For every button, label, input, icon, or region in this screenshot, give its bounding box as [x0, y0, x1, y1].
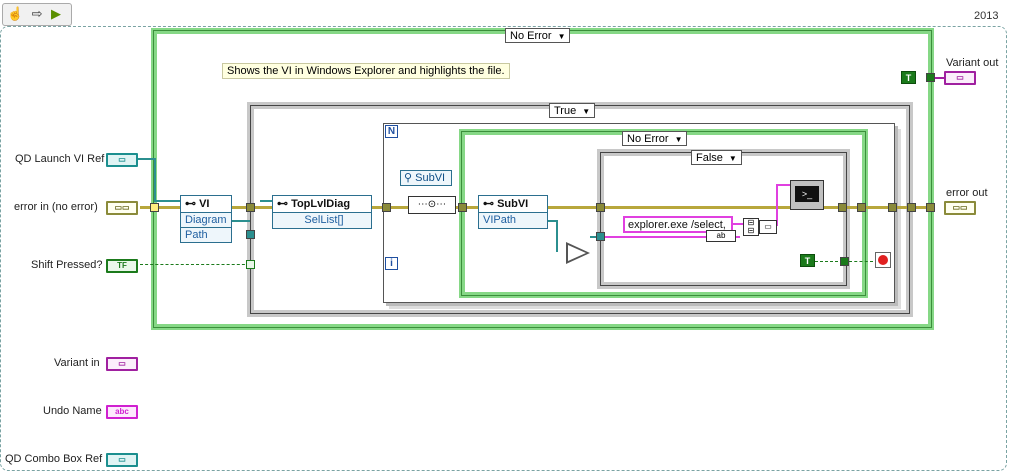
shift-pressed-terminal[interactable]: TF	[106, 259, 138, 273]
bool-tunnel	[840, 257, 849, 266]
error-in-terminal[interactable]: ▭▭	[106, 201, 138, 215]
subvi-property-row-vipath[interactable]: VIPath	[479, 213, 547, 227]
stop-dot	[878, 255, 888, 265]
undo-name-terminal[interactable]: abc	[106, 405, 138, 419]
variant-in-terminal[interactable]: ▭	[106, 357, 138, 371]
case-selector-label: False	[696, 152, 723, 164]
case-selector-true[interactable]: True ▼	[549, 103, 596, 118]
bool-wire[interactable]	[849, 261, 873, 262]
case-selector-false[interactable]: False ▼	[691, 150, 742, 165]
not-a-path-icon-inner	[568, 245, 586, 261]
error-out-terminal[interactable]: ▭▭	[944, 201, 976, 215]
build-command-icon[interactable]: ▭	[759, 220, 777, 234]
error-tunnel	[838, 203, 847, 212]
ref-wire[interactable]	[154, 158, 156, 200]
variant-out-label: Variant out	[946, 57, 999, 69]
qd-combo-box-ref-label: QD Combo Box Ref	[5, 453, 103, 465]
shift-pressed-label: Shift Pressed?	[31, 259, 103, 271]
vi-property-row-diagram[interactable]: Diagram	[181, 213, 231, 228]
chevron-down-icon: ▼	[674, 135, 683, 144]
subvi-class-constant[interactable]: ⚲ SubVI	[400, 170, 452, 186]
subvi-class-label: ⚲ SubVI	[404, 172, 446, 184]
version-label: 2013	[974, 10, 999, 22]
error-in-label: error in (no error)	[14, 201, 98, 213]
bool-wire[interactable]	[140, 264, 250, 265]
chevron-down-icon: ▼	[728, 154, 737, 163]
undo-name-label: Undo Name	[43, 405, 102, 417]
case-selector-label: True	[554, 105, 577, 117]
variant-out-terminal[interactable]: ▭	[944, 71, 976, 85]
error-tunnel	[907, 203, 916, 212]
ref-wire[interactable]	[232, 220, 250, 222]
toplvldiag-property-header: ⊷ TopLvlDiag	[273, 196, 371, 213]
string-wire[interactable]	[776, 184, 790, 186]
arrow-icon[interactable]: ⇨	[32, 4, 43, 23]
to-more-specific-class-icon[interactable]: ⋯⊙⋯	[408, 196, 456, 214]
subvi-property-node[interactable]: ⊷ SubVI VIPath	[478, 195, 548, 229]
qd-combo-box-ref-terminal[interactable]: ▭	[106, 453, 138, 467]
error-tunnel	[926, 203, 935, 212]
error-tunnel	[382, 203, 391, 212]
toplvldiag-property-row-sellist[interactable]: SelList[]	[273, 213, 371, 227]
error-tunnel	[458, 203, 467, 212]
variant-in-label: Variant in	[54, 357, 100, 369]
toplvldiag-property-node[interactable]: ⊷ TopLvlDiag SelList[]	[272, 195, 372, 229]
case-selector-no-error[interactable]: No Error ▼	[505, 28, 571, 43]
vi-property-title: VI	[199, 198, 210, 210]
error-tunnel	[246, 203, 255, 212]
toolbar: ☝ ⇨ ▶	[2, 3, 72, 26]
case-selector-label: No Error	[627, 133, 669, 145]
toplvldiag-property-title: TopLvlDiag	[291, 198, 351, 210]
bool-wire[interactable]	[815, 261, 843, 262]
path-to-string-icon[interactable]: ab	[706, 230, 736, 242]
vi-property-header: ⊷ VI	[181, 196, 231, 213]
qd-launch-vi-ref-terminal[interactable]: ▭	[106, 153, 138, 167]
run-icon[interactable]: ▶	[51, 4, 61, 23]
comment-label: Shows the VI in Windows Explorer and hig…	[222, 63, 510, 79]
subvi-property-header: ⊷ SubVI	[479, 196, 547, 213]
error-tunnel	[596, 203, 605, 212]
qd-launch-vi-ref-label: QD Launch VI Ref	[15, 153, 105, 165]
concatenate-strings-icon[interactable]: ⊟ ⊟	[743, 218, 759, 236]
chevron-down-icon: ▼	[582, 107, 591, 116]
true-constant[interactable]: T	[800, 254, 815, 267]
stop-icon[interactable]	[875, 252, 891, 268]
hand-icon[interactable]: ☝	[7, 4, 23, 23]
ref-wire[interactable]	[556, 220, 558, 252]
no-symbol-icon: N	[385, 125, 398, 138]
case-selector-label: No Error	[510, 30, 552, 42]
terminal-icon: >_	[795, 186, 819, 202]
ref-wire[interactable]	[154, 200, 180, 202]
ref-wire[interactable]	[138, 158, 154, 160]
error-tunnel	[150, 203, 159, 212]
error-tunnel	[888, 203, 897, 212]
subvi-class-text: SubVI	[415, 172, 446, 184]
loop-index-icon: i	[385, 257, 398, 270]
error-tunnel	[857, 203, 866, 212]
variant-tunnel	[926, 73, 935, 82]
system-exec-icon[interactable]: >_	[790, 180, 824, 210]
subvi-property-title: SubVI	[497, 198, 529, 210]
true-constant[interactable]: T	[901, 71, 916, 84]
bool-tunnel	[246, 260, 255, 269]
vi-property-row-path[interactable]: Path	[181, 228, 231, 242]
error-out-label: error out	[946, 187, 988, 199]
vi-property-node[interactable]: ⊷ VI Diagram Path	[180, 195, 232, 243]
chevron-down-icon: ▼	[557, 32, 566, 41]
ref-tunnel	[596, 232, 605, 241]
case-selector-inner-no-error[interactable]: No Error ▼	[622, 131, 688, 146]
ref-tunnel	[246, 230, 255, 239]
